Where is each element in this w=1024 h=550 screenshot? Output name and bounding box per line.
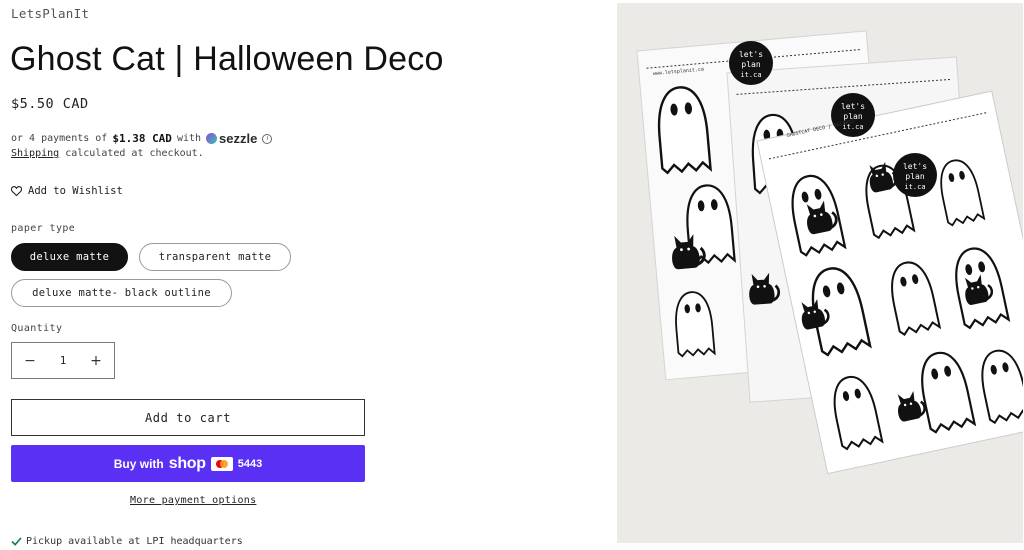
installments-amount: $1.38 CAD	[112, 132, 172, 145]
installments-with: with	[176, 133, 202, 144]
svg-text:let's: let's	[903, 162, 927, 171]
option-transparent-matte[interactable]: transparent matte	[139, 243, 291, 271]
info-icon[interactable]: i	[262, 133, 273, 144]
pickup-text: Pickup available at LPI headquarters	[26, 536, 243, 547]
quantity-stepper: − 1 +	[11, 342, 115, 379]
wishlist-label: Add to Wishlist	[28, 185, 123, 197]
quantity-input[interactable]: 1	[60, 354, 67, 367]
buy-with-label: Buy with	[113, 456, 164, 471]
svg-text:it.ca: it.ca	[740, 71, 761, 79]
add-to-wishlist-button[interactable]: Add to Wishlist	[11, 185, 123, 197]
svg-text:plan: plan	[741, 60, 760, 69]
option-deluxe-matte[interactable]: deluxe matte	[11, 243, 128, 271]
sezzle-wordmark: sezzle	[219, 131, 258, 146]
svg-text:let's: let's	[841, 102, 865, 111]
option-deluxe-matte-black-outline[interactable]: deluxe matte- black outline	[11, 279, 232, 307]
product-image[interactable]: let's plan it.ca let's plan it.ca let's …	[617, 3, 1023, 543]
sezzle-mark-icon	[206, 133, 218, 144]
svg-text:plan: plan	[905, 172, 924, 181]
paper-type-label: paper type	[11, 223, 76, 234]
increase-quantity-button[interactable]: +	[88, 353, 104, 369]
installments-prefix: or 4 payments of	[11, 133, 108, 144]
shipping-note-text: calculated at checkout.	[65, 148, 204, 159]
installments-line: or 4 payments of $1.38 CAD with sezzle i	[11, 131, 273, 146]
quantity-label: Quantity	[11, 323, 63, 334]
buy-with-shop-button[interactable]: Buy with shop 5443	[11, 445, 365, 482]
shipping-link[interactable]: Shipping	[11, 148, 59, 159]
more-payment-options-link[interactable]: More payment options	[130, 495, 256, 506]
svg-text:let's: let's	[739, 50, 763, 59]
svg-text:it.ca: it.ca	[904, 183, 925, 191]
mastercard-icon	[210, 456, 233, 471]
sezzle-logo[interactable]: sezzle	[206, 131, 257, 146]
product-title: Ghost Cat | Halloween Deco	[10, 40, 444, 78]
add-to-cart-button[interactable]: Add to cart	[11, 399, 365, 436]
shipping-note: Shipping calculated at checkout.	[11, 148, 204, 159]
shop-logo: shop	[168, 454, 206, 472]
card-last4: 5443	[237, 457, 263, 470]
product-price: $5.50 CAD	[11, 96, 89, 112]
vendor-name: LetsPlanIt	[11, 6, 90, 21]
decrease-quantity-button[interactable]: −	[22, 353, 38, 369]
checkmark-icon	[11, 537, 22, 546]
heart-icon	[11, 186, 22, 196]
pickup-availability: Pickup available at LPI headquarters	[11, 536, 243, 547]
